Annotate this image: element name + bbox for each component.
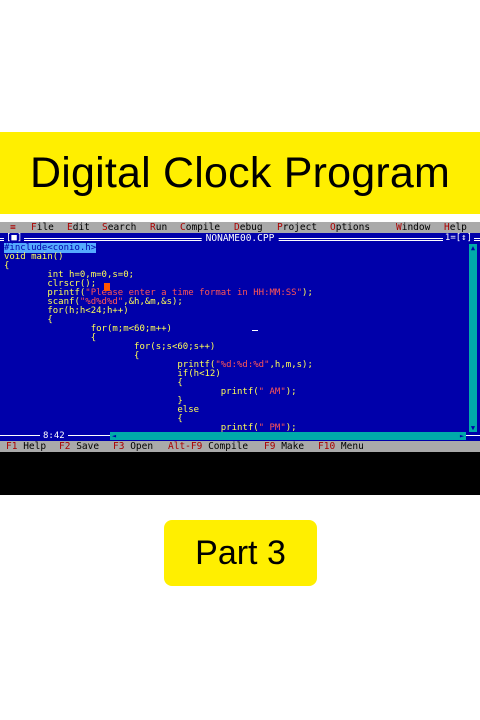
file-name: NONAME00.CPP — [201, 233, 279, 244]
title-text: Digital Clock Program — [30, 148, 450, 197]
editor-cursor — [104, 283, 110, 291]
scroll-left-icon[interactable]: ◄ — [110, 432, 118, 440]
menu-window[interactable]: Window — [396, 222, 430, 233]
menu-compile[interactable]: Compile — [180, 222, 220, 233]
scroll-right-icon[interactable]: ► — [458, 432, 466, 440]
title-banner: Digital Clock Program — [0, 132, 480, 214]
function-key-bar: F1 Help F2 Save F3 Open Alt-F9 Compile F… — [0, 441, 480, 452]
menu-project[interactable]: Project — [277, 222, 317, 233]
menu-edit[interactable]: Edit — [67, 222, 90, 233]
fkey-save[interactable]: F2 Save — [59, 441, 99, 452]
menu-file[interactable]: File — [31, 222, 54, 233]
fkey-make[interactable]: F9 Make — [264, 441, 304, 452]
system-menu-icon[interactable]: ≡ — [10, 222, 16, 233]
fkey-help[interactable]: F1 Help — [6, 441, 46, 452]
window-zoom-icon[interactable]: 1=[↕] — [442, 233, 474, 244]
menu-debug[interactable]: Debug — [234, 222, 263, 233]
black-band — [0, 452, 480, 495]
vertical-scrollbar[interactable]: ▲ ▼ — [469, 244, 477, 432]
menu-options[interactable]: Options — [330, 222, 370, 233]
menu-help[interactable]: Help — [444, 222, 467, 233]
part-badge: Part 3 — [164, 520, 317, 586]
cursor-position: 8:42 — [40, 431, 68, 441]
menu-search[interactable]: Search — [102, 222, 136, 233]
fkey-compile[interactable]: Alt-F9 Compile — [168, 441, 248, 452]
code-editor[interactable]: #include<conio.h> void main(){ int h=0,m=… — [4, 243, 470, 433]
menu-run[interactable]: Run — [150, 222, 167, 233]
fkey-menu[interactable]: F10 Menu — [318, 441, 364, 452]
scroll-up-icon[interactable]: ▲ — [469, 244, 477, 252]
mouse-text-cursor — [252, 330, 258, 331]
fkey-open[interactable]: F3 Open — [113, 441, 153, 452]
horizontal-scrollbar[interactable]: ◄ ► — [110, 432, 466, 440]
part-label: Part 3 — [195, 533, 286, 572]
menu-bar: ≡ File Edit Search Run Compile Debug Pro… — [0, 222, 480, 233]
code-line: void main() — [4, 252, 64, 262]
